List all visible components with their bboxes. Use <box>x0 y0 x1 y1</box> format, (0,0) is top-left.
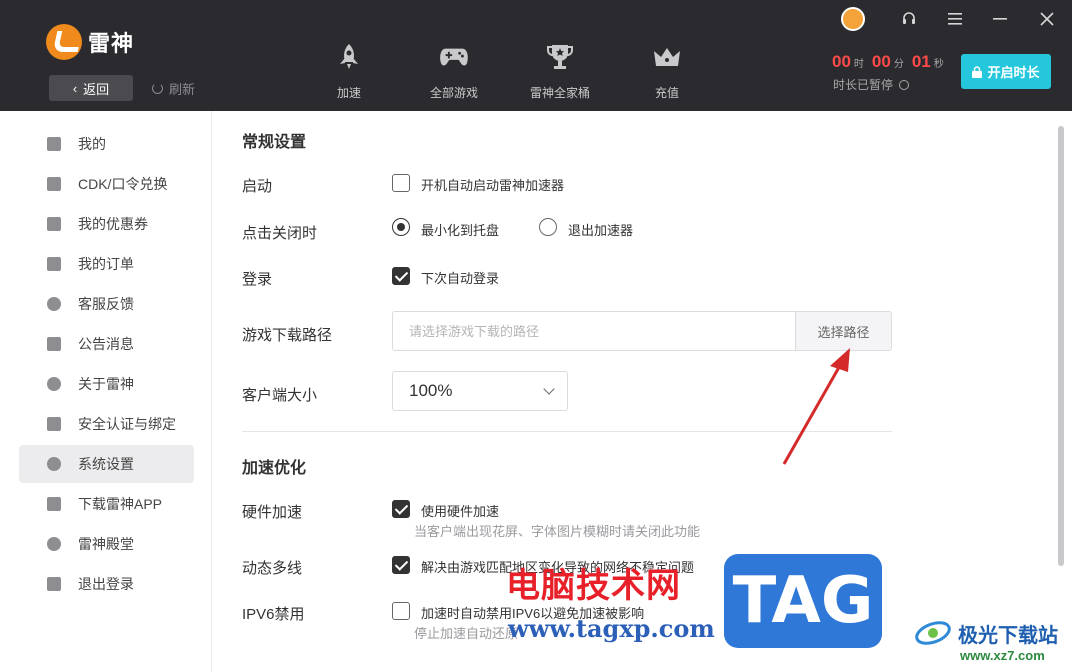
sidebar-item-6[interactable]: 关于雷神 <box>19 365 194 403</box>
headset-icon[interactable] <box>897 8 921 30</box>
clipboard-icon <box>47 257 61 271</box>
sidebar-item-label: 安全认证与绑定 <box>78 416 176 432</box>
refresh-icon <box>152 83 163 94</box>
jg-logo-icon <box>915 621 951 645</box>
download-path-label: 游戏下载路径 <box>242 327 333 344</box>
minimize-option-text: 最小化到托盘 <box>421 223 500 238</box>
refresh-button[interactable]: 刷新 <box>152 79 195 98</box>
sidebar-item-8[interactable]: 系统设置 <box>19 445 194 483</box>
startup-label: 启动 <box>242 178 273 195</box>
app-name: 雷神 <box>88 31 135 56</box>
crown-icon <box>652 44 682 70</box>
scrollbar[interactable] <box>1058 126 1064 566</box>
nav-recharge[interactable]: 充值 <box>652 44 682 101</box>
usage-timer: 00 时 00 分 01 秒 <box>832 52 944 71</box>
nav-family-bundle[interactable]: 雷神全家桶 <box>530 44 590 101</box>
watermark-cn-text: 电脑技术网 <box>506 566 681 606</box>
timer-paused-status: 时长已暂停 <box>833 76 910 93</box>
sidebar-item-label: 雷神殿堂 <box>78 536 134 552</box>
user-card-icon <box>47 137 61 151</box>
annotation-arrow <box>782 348 850 465</box>
sidebar-item-0[interactable]: 我的 <box>19 125 194 163</box>
info-ring-icon[interactable] <box>899 79 910 90</box>
sidebar-item-1[interactable]: CDK/口令兑换 <box>19 165 194 203</box>
nav-all-games[interactable]: 全部游戏 <box>430 44 478 101</box>
app-logo: 雷神 <box>46 24 134 60</box>
sidebar-item-label: 系统设置 <box>78 456 134 472</box>
gift-icon <box>47 177 61 191</box>
nav-accelerate[interactable]: 加速 <box>334 44 364 101</box>
sidebar-item-3[interactable]: 我的订单 <box>19 245 194 283</box>
hardware-accel-label: 硬件加速 <box>242 504 303 521</box>
title-bar: 雷神 ‹ 返回 刷新 加速 全部游戏 雷神全家桶 充值 00 时 00 分 01… <box>0 0 1072 111</box>
section-title-acceleration: 加速优化 <box>242 460 307 477</box>
ipv6-checkbox[interactable] <box>392 602 410 620</box>
leishen-logo-icon <box>46 24 82 60</box>
trophy-icon <box>545 44 575 70</box>
gear-icon <box>47 457 61 471</box>
megaphone-icon <box>47 337 61 351</box>
sidebar-item-label: CDK/口令兑换 <box>78 176 168 192</box>
sidebar-item-10[interactable]: 雷神殿堂 <box>19 525 194 563</box>
lock-icon <box>972 65 983 78</box>
gamepad-icon <box>439 44 469 70</box>
minimize-icon[interactable] <box>988 8 1012 30</box>
multiline-label: 动态多线 <box>242 560 303 577</box>
hardware-accel-checkbox[interactable] <box>392 500 410 518</box>
sidebar-item-label: 客服反馈 <box>78 296 134 312</box>
download-path-input[interactable] <box>392 311 796 351</box>
sidebar-item-7[interactable]: 安全认证与绑定 <box>19 405 194 443</box>
sidebar-item-2[interactable]: 我的优惠券 <box>19 205 194 243</box>
auto-login-option-text: 下次自动登录 <box>421 271 500 286</box>
phone-icon <box>47 497 61 511</box>
info-icon <box>47 377 61 391</box>
logout-icon <box>47 577 61 591</box>
exit-radio[interactable] <box>539 218 557 236</box>
sidebar-item-label: 退出登录 <box>78 576 134 592</box>
sidebar-item-label: 我的 <box>78 136 106 152</box>
watermark-jg-url: www.xz7.com <box>960 648 1045 663</box>
hardware-accel-hint: 当客户端出现花屏、字体图片模糊时请关闭此功能 <box>414 524 701 539</box>
ipv6-label: IPV6禁用 <box>242 606 305 623</box>
sidebar-item-label: 我的订单 <box>78 256 134 272</box>
hall-icon <box>47 537 61 551</box>
close-icon[interactable] <box>1035 8 1059 30</box>
sidebar-item-9[interactable]: 下载雷神APP <box>19 485 194 523</box>
sidebar-item-label: 我的优惠券 <box>78 216 148 232</box>
startup-checkbox[interactable] <box>392 174 410 192</box>
minimize-radio[interactable] <box>392 218 410 236</box>
section-title-general: 常规设置 <box>242 134 307 151</box>
headset-icon <box>47 297 61 311</box>
multiline-checkbox[interactable] <box>392 556 410 574</box>
sidebar-item-label: 关于雷神 <box>78 376 134 392</box>
sidebar-item-11[interactable]: 退出登录 <box>19 565 194 603</box>
sidebar-item-label: 公告消息 <box>78 336 134 352</box>
back-button[interactable]: ‹ 返回 <box>49 75 133 101</box>
exit-option-text: 退出加速器 <box>568 223 634 238</box>
sidebar-item-label: 下载雷神APP <box>78 496 163 512</box>
watermark-url: www.tagxp.com <box>508 614 715 643</box>
chevron-down-icon <box>543 383 555 395</box>
ipv6-hint: 停止加速自动还原 <box>414 626 519 641</box>
startup-option-text: 开机自动启动雷神加速器 <box>421 178 565 193</box>
hardware-accel-option-text: 使用硬件加速 <box>421 504 500 519</box>
auto-login-checkbox[interactable] <box>392 267 410 285</box>
start-time-button[interactable]: 开启时长 <box>961 54 1051 89</box>
menu-icon[interactable] <box>943 8 967 30</box>
client-size-select[interactable]: 100% <box>392 371 568 411</box>
chevron-left-icon: ‹ <box>72 80 78 96</box>
on-close-label: 点击关闭时 <box>242 225 318 242</box>
sidebar-item-5[interactable]: 公告消息 <box>19 325 194 363</box>
client-size-label: 客户端大小 <box>242 387 318 404</box>
user-avatar[interactable] <box>841 7 865 31</box>
rocket-icon <box>334 44 364 70</box>
watermark-jg: 极光下载站 <box>914 618 1058 648</box>
watermark-tag-logo: TAG <box>724 554 882 648</box>
login-label: 登录 <box>242 271 273 288</box>
sidebar-item-4[interactable]: 客服反馈 <box>19 285 194 323</box>
shield-icon <box>47 417 61 431</box>
coupon-icon <box>47 217 61 231</box>
